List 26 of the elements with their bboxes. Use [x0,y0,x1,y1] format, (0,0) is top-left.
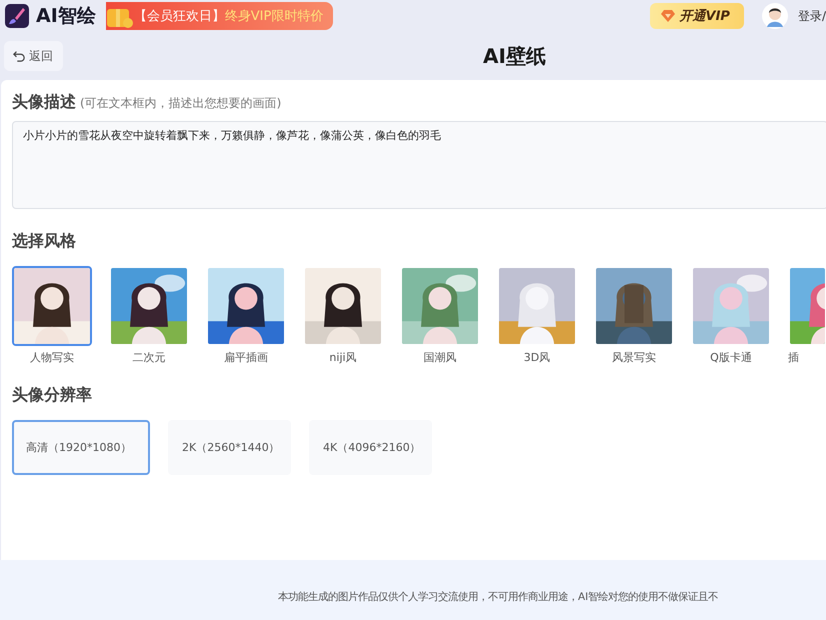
resolution-option[interactable]: 2K（2560*1440） [168,420,291,475]
section-hint: (可在文本框内，描述出您想要的画面) [80,95,282,112]
back-icon [13,50,25,62]
section-title: 头像描述 [12,92,76,113]
app-name: AI智绘 [36,4,96,29]
style-option[interactable]: 国潮风 [400,266,480,365]
style-option[interactable]: 二次元 [109,266,189,365]
section-title: 头像分辨率 [12,385,93,406]
section-title: 选择风格 [12,231,77,252]
resolution-option[interactable]: 4K（4096*2160） [309,420,432,475]
style-option[interactable]: Q版卡通 [691,266,771,365]
style-option[interactable]: 扁平插画 [206,266,286,365]
back-button[interactable]: 返回 [4,41,63,71]
brush-logo-icon [5,4,29,28]
style-option[interactable]: niji风 [303,266,383,365]
style-option[interactable]: 风景写实 [594,266,674,365]
vip-button[interactable]: 开通VIP [650,3,744,29]
description-field[interactable]: 小片小片的雪花从夜空中旋转着飘下来，万籁俱静，像芦花，像蒲公英，像白色的羽毛 [12,121,826,209]
disclaimer-text: 本功能生成的图片作品仅供个人学习交流使用，不可用作商业用途，AI智绘对您的使用不做保证且不 [278,590,718,604]
avatar-icon[interactable] [762,3,788,29]
diamond-icon [660,9,676,23]
login-link[interactable]: 登录/ [798,8,826,24]
style-option[interactable]: 插 [788,266,826,365]
style-option[interactable]: 3D风 [497,266,577,365]
resolution-option[interactable]: 高清（1920*1080） [12,420,150,475]
page-title: AI壁纸 [483,42,546,70]
